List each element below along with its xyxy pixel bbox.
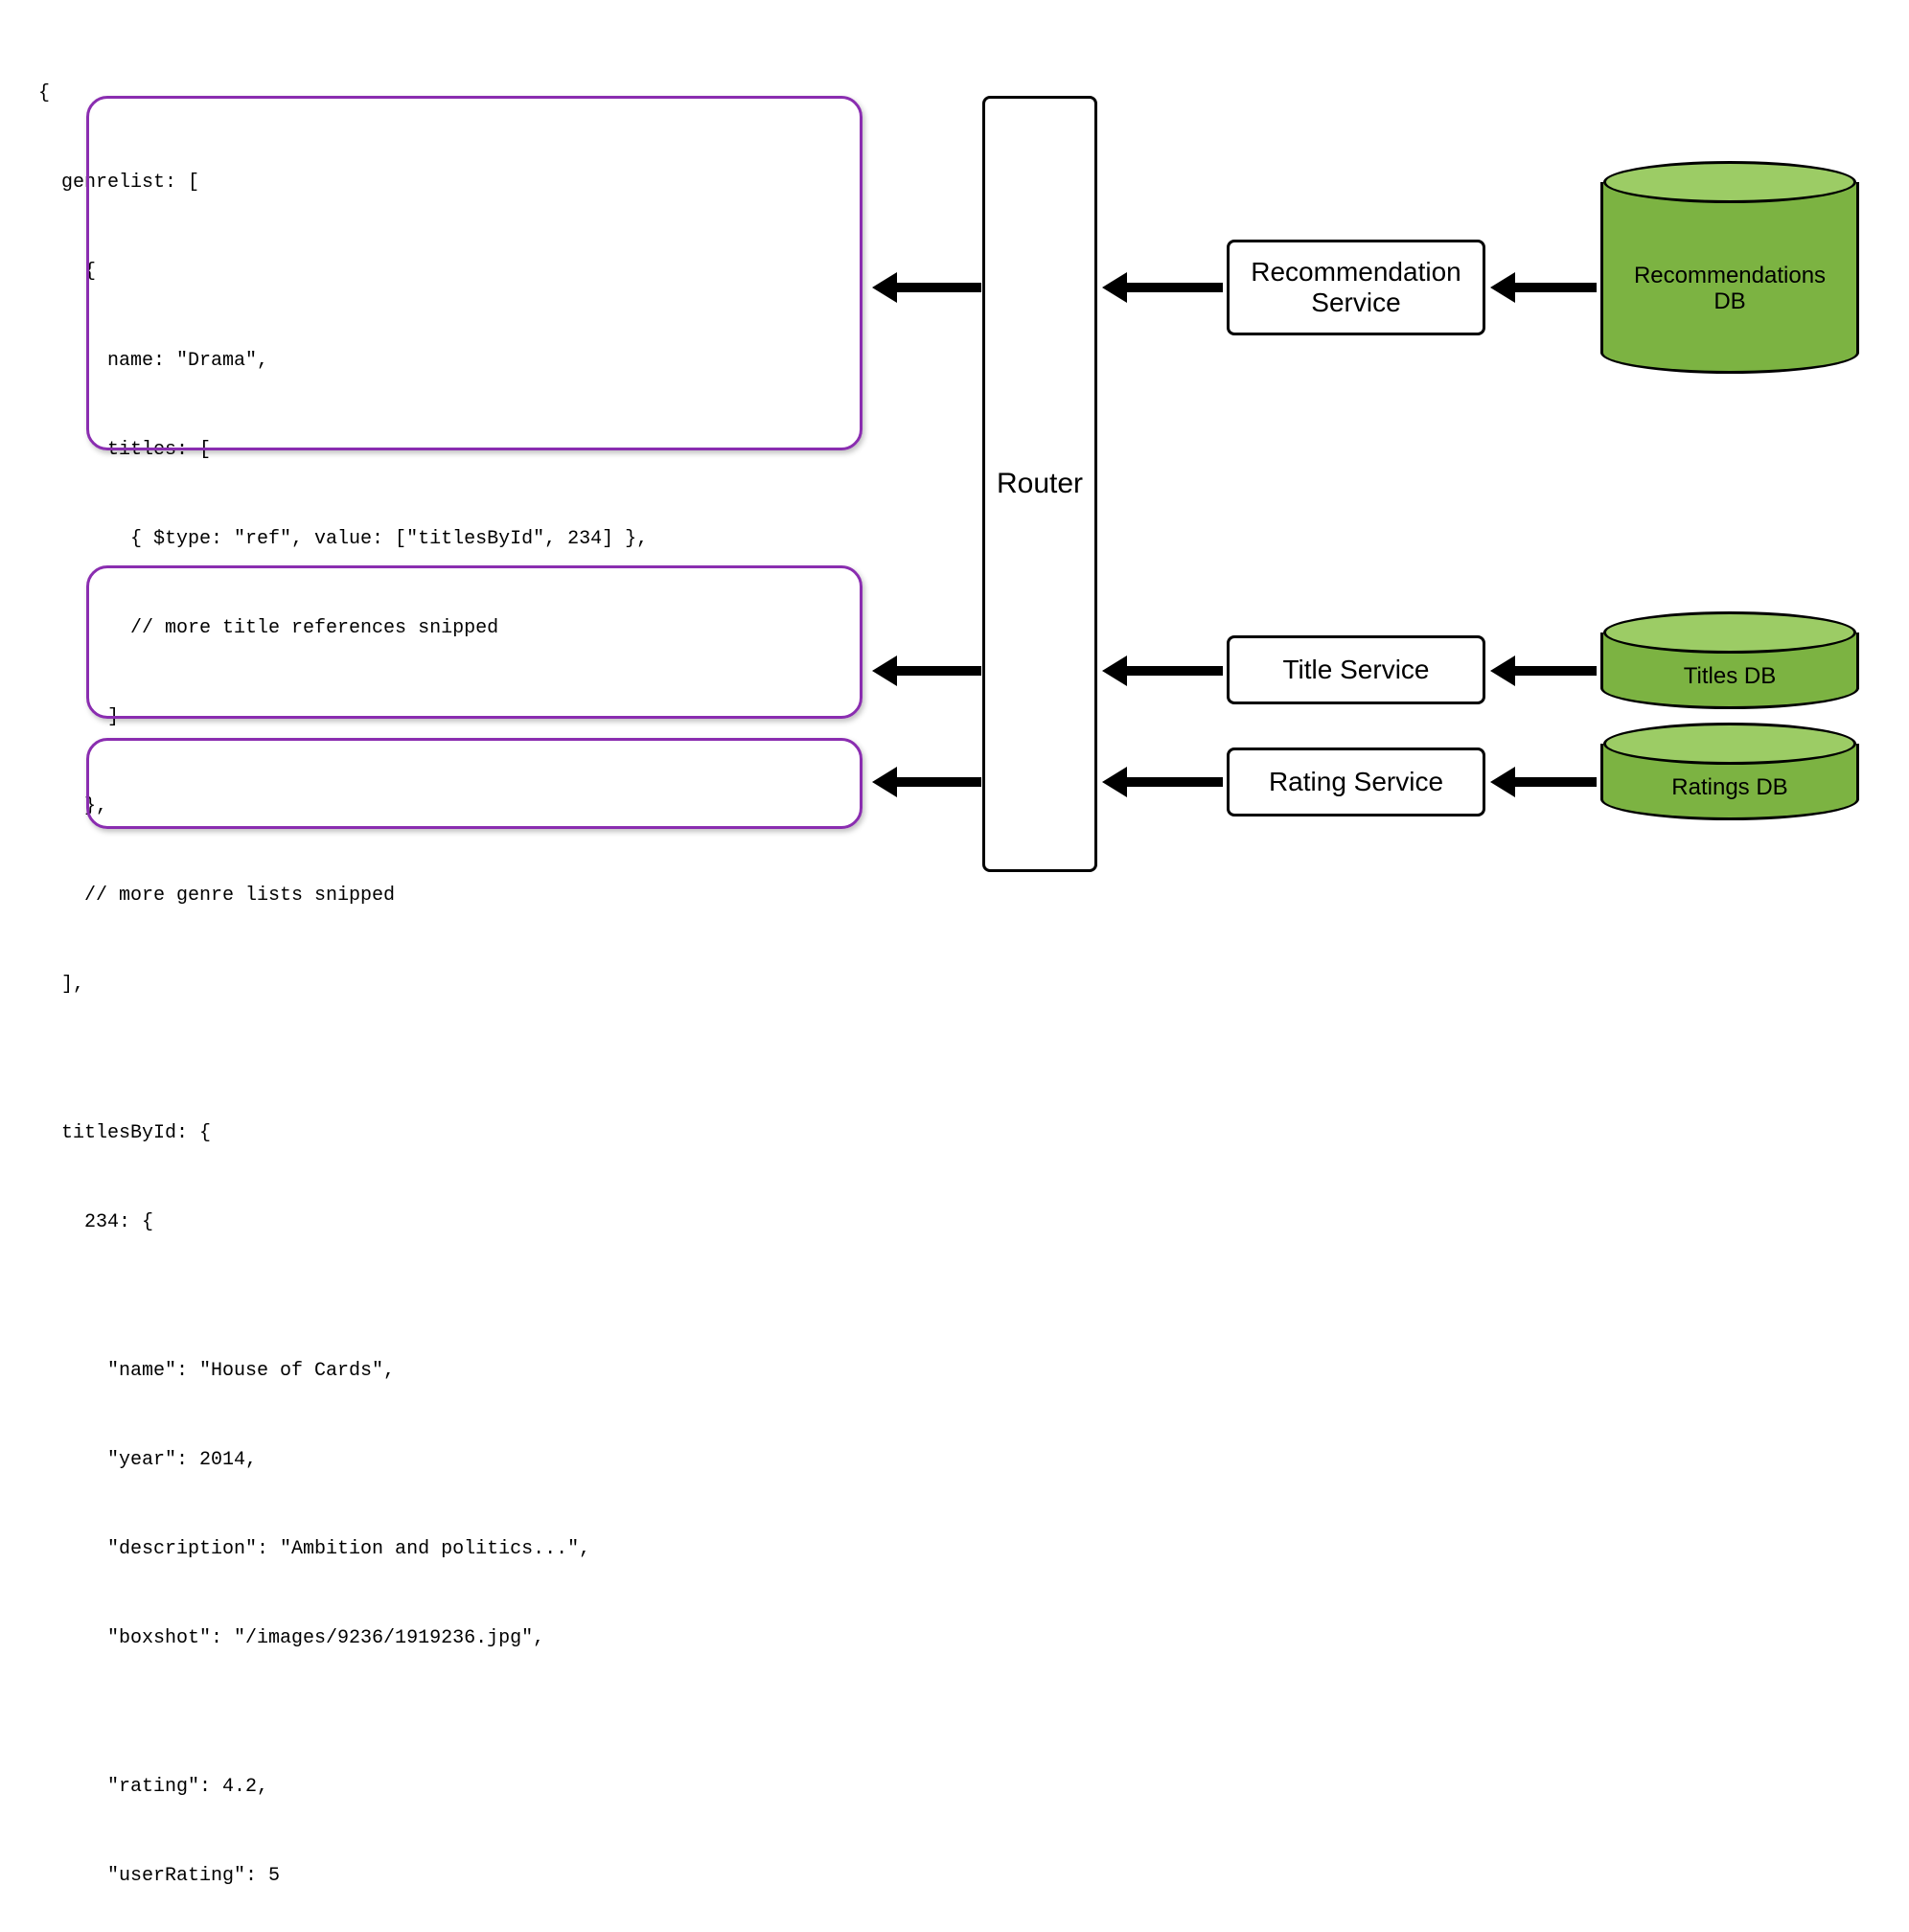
router-node: Router (982, 96, 1097, 872)
code-line: "rating": 4.2, (38, 1772, 910, 1802)
code-line: ] (38, 702, 910, 732)
code-line: { $type: "ref", value: ["titlesById", 23… (38, 524, 910, 554)
cylinder-top-icon (1603, 723, 1856, 765)
db-label: Ratings DB (1671, 775, 1787, 800)
titles-db-cylinder: Titles DB (1600, 632, 1859, 709)
code-line: "userRating": 5 (38, 1861, 910, 1891)
code-line: 234: { (38, 1208, 910, 1237)
recommendations-db-cylinder: Recommendations DB (1600, 182, 1859, 374)
code-line: genrelist: [ (38, 168, 910, 197)
recommendation-service-node: Recommendation Service (1227, 240, 1485, 335)
cylinder-top-icon (1603, 161, 1856, 203)
json-graph-response: { genrelist: [ { name: "Drama", titles: … (38, 19, 910, 1932)
rating-service-node: Rating Service (1227, 748, 1485, 816)
code-line: titlesById: { (38, 1118, 910, 1148)
code-line: "year": 2014, (38, 1445, 910, 1475)
cylinder-top-icon (1603, 611, 1856, 654)
service-label: Recommendation Service (1251, 257, 1460, 318)
db-label: Titles DB (1684, 664, 1776, 689)
architecture-diagram: { genrelist: [ { name: "Drama", titles: … (38, 19, 1878, 958)
code-line: "name": "House of Cards", (38, 1356, 910, 1386)
service-label: Rating Service (1269, 767, 1443, 797)
title-service-node: Title Service (1227, 635, 1485, 704)
code-line: { (38, 79, 910, 108)
code-line: // more genre lists snipped (38, 881, 910, 910)
code-line: titles: [ (38, 435, 910, 465)
code-line: name: "Drama", (38, 346, 910, 376)
ratings-db-cylinder: Ratings DB (1600, 744, 1859, 820)
code-line: "boxshot": "/images/9236/1919236.jpg", (38, 1623, 910, 1653)
code-line: }, (38, 792, 910, 821)
code-line: { (38, 257, 910, 287)
service-label: Title Service (1282, 655, 1429, 685)
code-line: // more title references snipped (38, 613, 910, 643)
code-line: ], (38, 970, 910, 1000)
router-label: Router (997, 468, 1083, 500)
code-line: "description": "Ambition and politics...… (38, 1534, 910, 1564)
db-label: Recommendations DB (1634, 264, 1826, 314)
